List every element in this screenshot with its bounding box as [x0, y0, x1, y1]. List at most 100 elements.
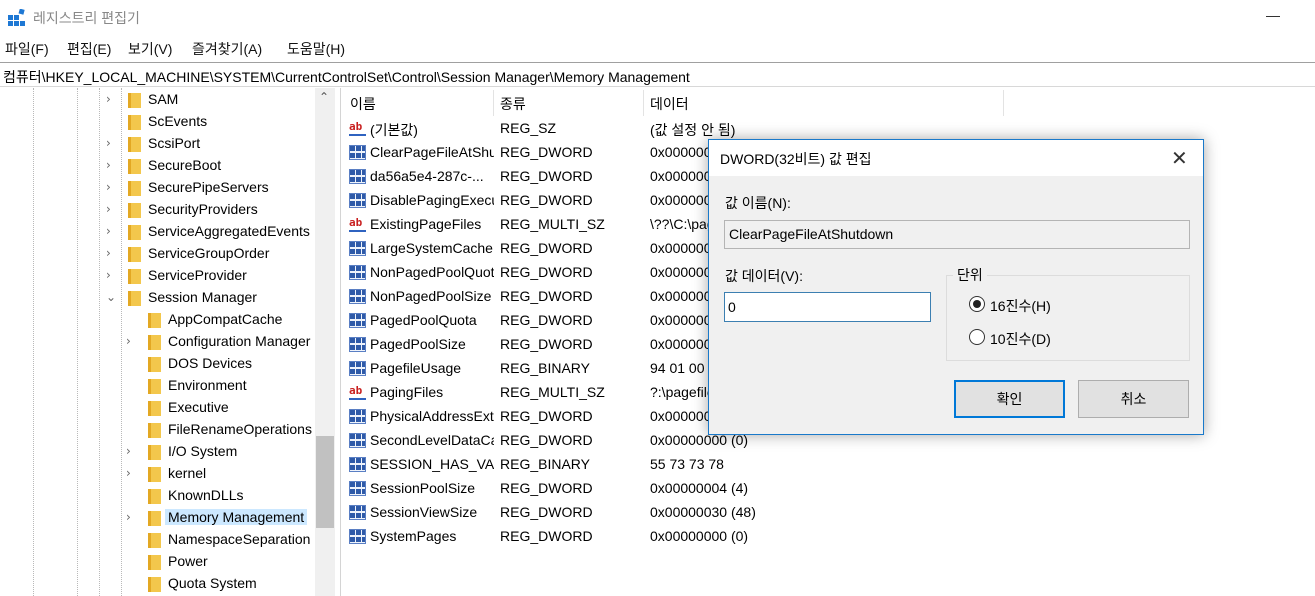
- registry-tree: › SAM ScEvents › ScsiPort › SecureBoot › Sec…: [0, 88, 335, 596]
- tree-item-label: DOS Devices: [168, 355, 253, 371]
- column-header-data[interactable]: 데이터: [644, 90, 1004, 116]
- value-name: PagedPoolSize: [370, 336, 466, 352]
- radio-decimal-label[interactable]: 10진수(D): [990, 329, 1051, 349]
- tree-item-label: ServiceAggregatedEvents: [148, 223, 310, 239]
- address-path[interactable]: 컴퓨터\HKEY_LOCAL_MACHINE\SYSTEM\CurrentCon…: [3, 67, 690, 87]
- expand-icon[interactable]: ›: [106, 224, 111, 238]
- value-type: REG_DWORD: [500, 408, 593, 424]
- value-name: ClearPageFileAtShutdown: [370, 144, 494, 160]
- folder-icon: [148, 335, 161, 350]
- expand-icon[interactable]: ›: [126, 466, 131, 480]
- value-data: 55 73 73 78: [650, 456, 724, 472]
- menu-help[interactable]: 도움말(H): [287, 39, 345, 59]
- expand-icon[interactable]: ›: [106, 158, 111, 172]
- tree-item-label: AppCompatCache: [168, 311, 283, 327]
- tree-scrollbar[interactable]: ⌃: [315, 88, 335, 596]
- expand-icon[interactable]: ›: [126, 510, 131, 524]
- collapse-icon[interactable]: ⌄: [106, 290, 116, 304]
- folder-icon: [148, 313, 161, 328]
- binary-value-icon: [349, 361, 366, 376]
- binary-value-icon: [349, 481, 366, 496]
- folder-icon: [128, 137, 141, 152]
- folder-icon: [128, 203, 141, 218]
- title-bar: 레지스트리 편집기: [0, 0, 1315, 34]
- folder-icon: [148, 467, 161, 482]
- value-row[interactable]: SessionPoolSize REG_DWORD 0x00000004 (4): [344, 476, 1044, 500]
- folder-icon: [128, 247, 141, 262]
- value-name: DisablePagingExecutive: [370, 192, 494, 208]
- tree-guide-line: [99, 88, 100, 596]
- tree-item-label: FileRenameOperations: [168, 421, 312, 437]
- tree-item-label: SecureBoot: [148, 157, 222, 173]
- expand-icon[interactable]: ›: [106, 246, 111, 260]
- folder-icon: [148, 555, 161, 570]
- folder-icon: [128, 225, 141, 240]
- value-data-input[interactable]: [724, 292, 931, 322]
- dialog-title: DWORD(32비트) 값 편집: [720, 151, 872, 167]
- value-name: PagedPoolQuota: [370, 312, 477, 328]
- tree-item-label: NamespaceSeparation: [168, 531, 311, 547]
- minimize-icon[interactable]: [1266, 16, 1280, 17]
- tree-item-label: ScEvents: [148, 113, 208, 129]
- value-type: REG_DWORD: [500, 264, 593, 280]
- binary-value-icon: [349, 265, 366, 280]
- folder-icon: [128, 93, 141, 108]
- binary-value-icon: [349, 289, 366, 304]
- value-data: 0x00000030 (48): [650, 504, 756, 520]
- folder-icon: [128, 181, 141, 196]
- value-row[interactable]: SystemPages REG_DWORD 0x00000000 (0): [344, 524, 1044, 548]
- value-row[interactable]: ab (기본값) REG_SZ (값 설정 안 됨): [344, 116, 1044, 140]
- tree-item-label: Memory Management: [165, 509, 308, 525]
- tree-item-label: ServiceGroupOrder: [148, 245, 270, 261]
- cancel-button[interactable]: 취소: [1078, 380, 1189, 418]
- radio-decimal[interactable]: [969, 329, 985, 345]
- radio-hexadecimal[interactable]: [969, 296, 985, 312]
- folder-icon: [148, 379, 161, 394]
- column-header-name[interactable]: 이름: [344, 90, 494, 116]
- radio-hexadecimal-label[interactable]: 16진수(H): [990, 296, 1051, 316]
- dialog-title-bar: DWORD(32비트) 값 편집 ✕: [709, 140, 1203, 176]
- scroll-up-icon[interactable]: ⌃: [319, 90, 329, 104]
- value-type: REG_DWORD: [500, 480, 593, 496]
- expand-icon[interactable]: ›: [106, 202, 111, 216]
- tree-item-label: SecurePipeServers: [148, 179, 269, 195]
- base-group: [946, 275, 1190, 361]
- expand-icon[interactable]: ›: [106, 180, 111, 194]
- folder-icon: [148, 357, 161, 372]
- menu-view[interactable]: 보기(V): [128, 39, 172, 59]
- value-row[interactable]: SESSION_HAS_VALID_POOL_ON_EXIT REG_BINARY…: [344, 452, 1044, 476]
- close-icon[interactable]: ✕: [1171, 146, 1188, 170]
- column-header-type[interactable]: 종류: [494, 90, 644, 116]
- folder-icon: [148, 511, 161, 526]
- expand-icon[interactable]: ›: [106, 268, 111, 282]
- scrollbar-thumb[interactable]: [316, 436, 334, 528]
- expand-icon[interactable]: ›: [126, 444, 131, 458]
- value-type: REG_DWORD: [500, 312, 593, 328]
- menu-file[interactable]: 파일(F): [5, 39, 49, 59]
- tree-item-label: Power: [168, 553, 208, 569]
- value-name: NonPagedPoolQuota: [370, 264, 494, 280]
- tree-item-label: Quota System: [168, 575, 257, 591]
- value-data: 0x00000000 (0): [650, 528, 749, 544]
- menu-edit[interactable]: 편집(E): [67, 39, 111, 59]
- folder-icon: [128, 269, 141, 284]
- expand-icon[interactable]: ›: [106, 136, 111, 150]
- value-name: PagingFiles: [370, 384, 444, 400]
- expand-icon[interactable]: ›: [126, 334, 131, 348]
- menu-favorites[interactable]: 즐겨찾기(A): [192, 39, 262, 59]
- binary-value-icon: [349, 409, 366, 424]
- binary-value-icon: [349, 529, 366, 544]
- string-value-icon: ab: [349, 385, 366, 400]
- expand-icon[interactable]: ›: [106, 92, 111, 106]
- dword-edit-dialog: DWORD(32비트) 값 편집 ✕ 값 이름(N): ClearPageFil…: [708, 139, 1204, 435]
- folder-icon: [148, 489, 161, 504]
- value-type: REG_BINARY: [500, 456, 590, 472]
- binary-value-icon: [349, 433, 366, 448]
- value-name: SystemPages: [370, 528, 457, 544]
- binary-value-icon: [349, 505, 366, 520]
- value-name: LargeSystemCache: [370, 240, 493, 256]
- address-bar[interactable]: 컴퓨터\HKEY_LOCAL_MACHINE\SYSTEM\CurrentCon…: [0, 62, 1315, 87]
- value-row[interactable]: SessionViewSize REG_DWORD 0x00000030 (48): [344, 500, 1044, 524]
- ok-button[interactable]: 확인: [954, 380, 1065, 418]
- regedit-app-icon: [8, 9, 25, 26]
